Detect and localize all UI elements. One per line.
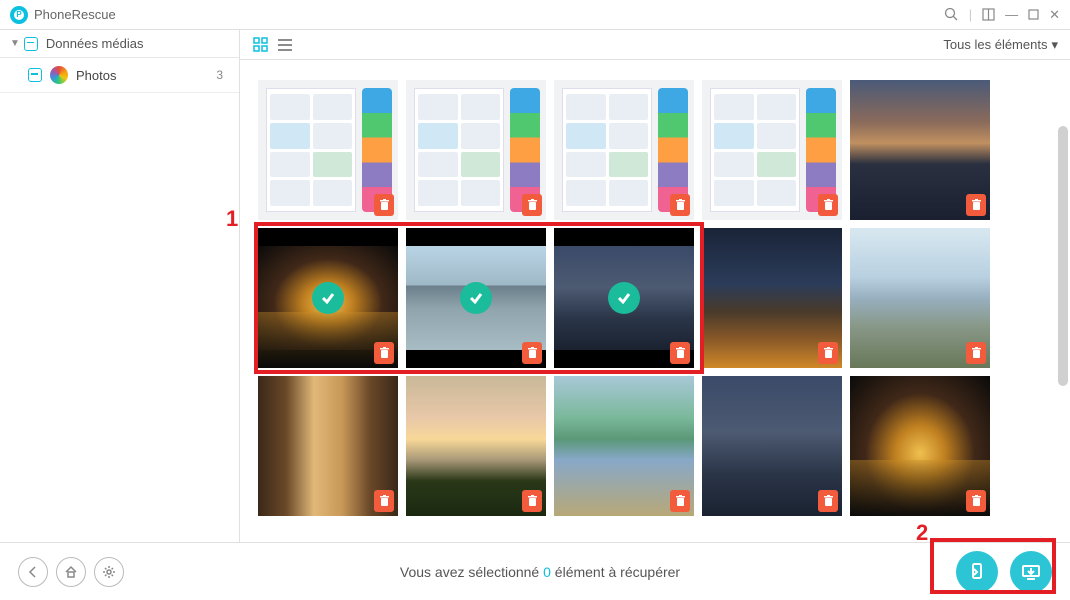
- filter-label: Tous les éléments: [943, 37, 1047, 52]
- divider: |: [969, 7, 972, 22]
- trash-icon: [670, 194, 690, 216]
- item-checkbox[interactable]: [28, 68, 42, 82]
- status-text: Vous avez sélectionné 0 élément à récupé…: [124, 564, 956, 580]
- trash-icon: [966, 490, 986, 512]
- photo-thumbnail[interactable]: [850, 80, 990, 220]
- minimize-button[interactable]: —: [1005, 7, 1018, 22]
- selected-checkmark-icon: [608, 282, 640, 314]
- photos-icon: [50, 66, 68, 84]
- recover-to-device-button[interactable]: [956, 551, 998, 593]
- home-button[interactable]: [56, 557, 86, 587]
- sidebar-item-count: 3: [216, 68, 223, 82]
- settings-button[interactable]: [94, 557, 124, 587]
- chevron-down-icon: ▾: [1051, 37, 1058, 53]
- trash-icon: [818, 342, 838, 364]
- annotation-1: 1: [226, 206, 238, 232]
- grid-view-button[interactable]: [252, 36, 270, 54]
- footer: Vous avez sélectionné 0 élément à récupé…: [0, 542, 1070, 600]
- annotation-2: 2: [916, 520, 928, 546]
- trash-icon: [522, 490, 542, 512]
- selected-checkmark-icon: [460, 282, 492, 314]
- window-controls: | — ✕: [944, 7, 1060, 23]
- back-button[interactable]: [18, 557, 48, 587]
- photo-thumbnail[interactable]: [850, 228, 990, 368]
- trash-icon: [374, 194, 394, 216]
- photo-thumbnail[interactable]: [702, 80, 842, 220]
- photo-thumbnail[interactable]: [258, 80, 398, 220]
- main-toolbar: Tous les éléments ▾: [240, 30, 1070, 60]
- title-bar: P PhoneRescue | — ✕: [0, 0, 1070, 30]
- trash-icon: [818, 194, 838, 216]
- photo-thumbnail[interactable]: [850, 376, 990, 516]
- scrollbar[interactable]: [1058, 126, 1068, 386]
- trash-icon: [966, 194, 986, 216]
- photo-grid-area: [240, 60, 1070, 542]
- close-button[interactable]: ✕: [1049, 7, 1060, 23]
- sidebar-item-label: Photos: [76, 68, 216, 83]
- maximize-button[interactable]: [1028, 9, 1039, 20]
- photo-thumbnail[interactable]: [554, 228, 694, 368]
- trash-icon: [670, 342, 690, 364]
- photo-thumbnail[interactable]: [554, 80, 694, 220]
- trash-icon: [966, 342, 986, 364]
- search-icon[interactable]: [944, 7, 959, 22]
- trash-icon: [670, 490, 690, 512]
- trash-icon: [522, 342, 542, 364]
- sidebar: ▼ Données médias Photos 3: [0, 30, 240, 542]
- photo-thumbnail[interactable]: [406, 376, 546, 516]
- list-view-button[interactable]: [276, 36, 294, 54]
- category-checkbox[interactable]: [24, 37, 38, 51]
- photo-thumbnail[interactable]: [702, 376, 842, 516]
- photo-thumbnail[interactable]: [406, 228, 546, 368]
- photo-thumbnail[interactable]: [258, 228, 398, 368]
- selected-checkmark-icon: [312, 282, 344, 314]
- photo-thumbnail[interactable]: [702, 228, 842, 368]
- category-label: Données médias: [46, 36, 144, 51]
- trash-icon: [374, 342, 394, 364]
- sidebar-item-photos[interactable]: Photos 3: [0, 58, 239, 93]
- photo-thumbnail[interactable]: [406, 80, 546, 220]
- trash-icon: [818, 490, 838, 512]
- app-title: PhoneRescue: [34, 7, 116, 22]
- trash-icon: [522, 194, 542, 216]
- selected-count: 0: [543, 564, 551, 580]
- photo-grid: [258, 80, 1052, 516]
- photo-thumbnail[interactable]: [554, 376, 694, 516]
- app-logo: P: [10, 6, 28, 24]
- recover-to-computer-button[interactable]: [1010, 551, 1052, 593]
- trash-icon: [374, 490, 394, 512]
- sidebar-category[interactable]: ▼ Données médias: [0, 30, 239, 58]
- filter-dropdown[interactable]: Tous les éléments ▾: [943, 37, 1058, 53]
- photo-thumbnail[interactable]: [258, 376, 398, 516]
- panel-toggle-icon[interactable]: [982, 8, 995, 21]
- main-panel: Tous les éléments ▾: [240, 30, 1070, 542]
- tree-collapse-icon[interactable]: ▼: [10, 38, 20, 49]
